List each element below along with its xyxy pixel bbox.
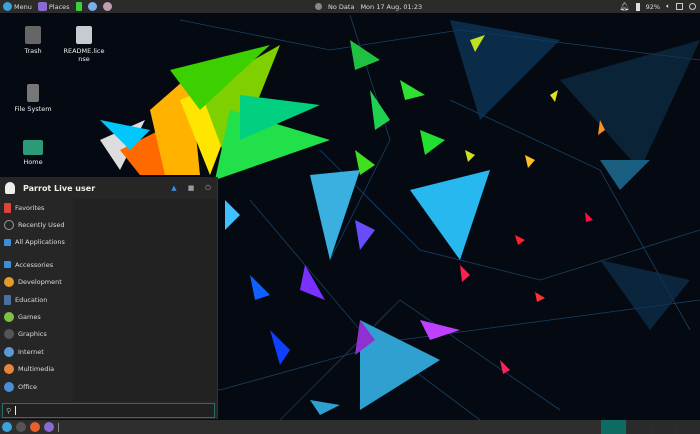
network-status: No Data xyxy=(328,2,355,11)
item-label: Multimedia xyxy=(18,365,55,374)
lock-icon[interactable]: ■ xyxy=(187,184,195,192)
lock-launcher[interactable] xyxy=(75,2,82,11)
games-icon xyxy=(4,312,14,323)
icon-label: Home xyxy=(23,158,43,166)
firefox-icon[interactable] xyxy=(30,422,40,432)
menu-item-education[interactable]: Education xyxy=(0,291,72,308)
terminal-icon[interactable] xyxy=(16,422,26,432)
battery-icon[interactable] xyxy=(635,2,640,11)
menu-item-games[interactable]: Games xyxy=(0,308,72,325)
desktop-icon-trash[interactable]: Trash xyxy=(8,26,58,55)
user-name: Parrot Live user xyxy=(23,183,96,193)
search-input[interactable]: ⚲ xyxy=(2,403,215,418)
menu-item-favorites[interactable]: Favorites xyxy=(0,199,72,216)
item-label: Favorites xyxy=(15,203,45,212)
search-icon: ⚲ xyxy=(6,406,12,415)
user-avatar-icon xyxy=(5,182,15,194)
keyboard-icon[interactable] xyxy=(676,3,683,10)
internet-icon xyxy=(4,346,14,357)
menu-label: Menu xyxy=(14,2,32,11)
network-icon[interactable] xyxy=(315,3,322,10)
multimedia-icon xyxy=(4,364,14,375)
desktop-icon-home[interactable]: Home xyxy=(8,140,58,166)
text-cursor xyxy=(15,406,17,415)
menu-item-recently-used[interactable]: Recently Used xyxy=(0,216,72,233)
accessories-icon xyxy=(4,261,11,269)
places-button[interactable]: Places xyxy=(37,2,70,11)
panel-separator xyxy=(58,422,59,432)
menu-item-development[interactable]: Development xyxy=(0,274,72,291)
battery-percent: 92% xyxy=(645,2,661,11)
icon-label: README.license xyxy=(63,47,105,63)
drive-icon xyxy=(27,84,39,102)
item-label: Office xyxy=(18,382,37,391)
bottom-panel xyxy=(0,420,700,434)
office-icon xyxy=(4,381,14,392)
parrot-logo-icon xyxy=(3,2,12,11)
category-list: Favorites Recently Used All Applications… xyxy=(0,199,72,395)
home-folder-icon xyxy=(23,140,43,155)
education-icon xyxy=(4,294,11,305)
menu-item-internet[interactable]: Internet xyxy=(0,343,72,360)
menu-item-multimedia[interactable]: Multimedia xyxy=(0,361,72,378)
application-menu: Parrot Live user ▲ ■ ⏻ Favorites Recentl… xyxy=(0,177,218,419)
desktop-icon-readme[interactable]: README.license xyxy=(62,26,106,63)
volume-icon[interactable]: 🔈︎ xyxy=(666,2,670,11)
top-panel: Menu Places No Data Mon 17 Aug, 01:23 🔔︎… xyxy=(0,0,700,13)
software-icon[interactable]: ▲ xyxy=(170,184,178,192)
development-icon xyxy=(4,277,14,288)
menu-button[interactable]: Menu xyxy=(3,2,32,11)
item-label: Recently Used xyxy=(18,221,65,230)
document-icon xyxy=(76,26,92,44)
icon-label: File System xyxy=(14,105,52,113)
workspace-3[interactable] xyxy=(652,420,676,434)
browser-launcher[interactable] xyxy=(87,2,97,11)
workspace-2[interactable] xyxy=(627,420,651,434)
item-label: Internet xyxy=(18,347,44,356)
menu-item-office[interactable]: Office xyxy=(0,378,72,395)
trash-icon xyxy=(25,26,41,44)
menu-item-graphics[interactable]: Graphics xyxy=(0,326,72,343)
workspace-4[interactable] xyxy=(677,420,700,434)
menu-launcher-icon[interactable] xyxy=(2,422,12,432)
item-label: All Applications xyxy=(15,238,65,247)
places-label: Places xyxy=(48,2,70,11)
settings-icon xyxy=(102,2,112,11)
folder-icon xyxy=(37,2,47,11)
application-list-pane xyxy=(73,199,217,401)
lock-icon xyxy=(75,2,82,11)
graphics-icon xyxy=(4,329,14,340)
menu-item-all-applications[interactable]: All Applications xyxy=(0,234,72,251)
power-icon[interactable]: ⏻ xyxy=(204,184,212,192)
menu-item-accessories[interactable]: Accessories xyxy=(0,256,72,273)
item-label: Development xyxy=(18,278,62,287)
bookmark-icon xyxy=(4,202,11,213)
item-label: Accessories xyxy=(15,260,54,269)
item-label: Graphics xyxy=(18,330,47,339)
clock[interactable]: Mon 17 Aug, 01:23 xyxy=(360,3,422,11)
power-icon[interactable] xyxy=(689,3,696,10)
globe-icon xyxy=(87,2,97,11)
item-label: Education xyxy=(15,295,48,304)
clock-icon xyxy=(4,220,14,231)
icon-label: Trash xyxy=(24,47,42,55)
item-label: Games xyxy=(18,313,41,322)
workspace-1[interactable] xyxy=(601,420,626,434)
desktop-icon-filesystem[interactable]: File System xyxy=(8,84,58,113)
notification-bell-icon[interactable]: 🔔︎ xyxy=(619,2,629,11)
settings-launcher[interactable] xyxy=(102,2,112,11)
file-manager-icon[interactable] xyxy=(44,422,54,432)
apps-icon xyxy=(4,238,11,246)
